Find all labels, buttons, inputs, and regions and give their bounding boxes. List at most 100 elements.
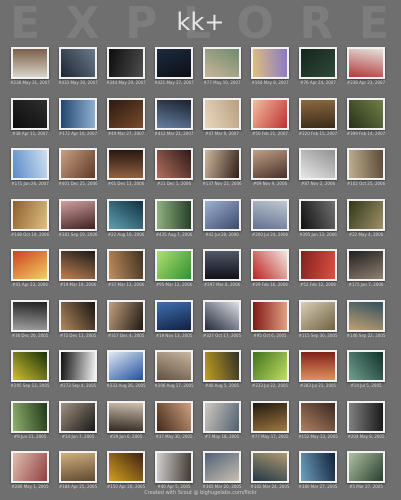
photo-tile[interactable]: #9 Jun 21, 2005 — [10, 400, 50, 439]
photo-tile[interactable]: #137 Nov 22, 2006 — [202, 148, 242, 186]
photo-thumbnail[interactable] — [251, 97, 289, 130]
photo-tile[interactable]: #395 Jun 13, 2006 — [298, 198, 338, 237]
photo-thumbnail[interactable] — [251, 350, 289, 382]
photo-tile[interactable]: #381 Sep 19, 2006 — [58, 198, 98, 237]
photo-tile[interactable]: #102 Oct 25, 2006 — [346, 148, 386, 186]
photo-tile[interactable]: #5 Mar 27, 2005 — [346, 451, 386, 489]
photo-tile[interactable]: #115 Sep 30, 2005 — [298, 299, 338, 338]
photo-thumbnail[interactable] — [155, 400, 193, 433]
photo-thumbnail[interactable] — [11, 148, 49, 180]
photo-thumbnail[interactable] — [347, 198, 385, 231]
photo-tile[interactable]: #233 Aug 26, 2005 — [106, 350, 146, 388]
photo-thumbnail[interactable] — [203, 350, 241, 382]
photo-tile[interactable]: #365 Mar 20, 2005 — [202, 451, 242, 489]
photo-thumbnail[interactable] — [347, 47, 385, 79]
photo-thumbnail[interactable] — [155, 97, 193, 130]
photo-thumbnail[interactable] — [11, 451, 49, 483]
photo-tile[interactable]: #72 Dec 11, 2005 — [58, 299, 98, 338]
photo-thumbnail[interactable] — [299, 97, 337, 130]
photo-thumbnail[interactable] — [347, 299, 385, 332]
photo-tile[interactable]: #146 Sep 22, 2005 — [346, 299, 386, 338]
photo-thumbnail[interactable] — [59, 47, 97, 79]
photo-tile[interactable]: #50 Feb 21, 2007 — [250, 97, 290, 136]
photo-tile[interactable]: #435 Aug 7, 2006 — [154, 198, 194, 237]
photo-tile[interactable]: #206 Aug 17, 2005 — [154, 350, 194, 388]
photo-tile[interactable]: #412 Mar 21, 2007 — [154, 97, 194, 136]
photo-thumbnail[interactable] — [347, 451, 385, 483]
photo-tile[interactable]: #14 Jul 5, 2005 — [346, 350, 386, 388]
photo-tile[interactable]: #421 May 27, 2007 — [154, 47, 194, 85]
photo-thumbnail[interactable] — [299, 451, 337, 483]
photo-thumbnail[interactable] — [203, 299, 241, 332]
photo-thumbnail[interactable] — [11, 47, 49, 79]
photo-thumbnail[interactable] — [107, 299, 145, 332]
photo-tile[interactable]: #175 Jan 7, 2006 — [346, 249, 386, 287]
photo-thumbnail[interactable] — [203, 47, 241, 79]
photo-thumbnail[interactable] — [203, 249, 241, 281]
photo-thumbnail[interactable] — [59, 198, 97, 231]
photo-thumbnail[interactable] — [155, 350, 193, 382]
photo-tile[interactable]: #150 Apr 20, 2005 — [106, 451, 146, 489]
photo-tile[interactable]: #401 Dec 25, 2006 — [58, 148, 98, 186]
photo-tile[interactable]: #327 Oct 17, 2005 — [202, 299, 242, 338]
photo-tile[interactable]: #273 Sep 4, 2005 — [58, 350, 98, 388]
photo-thumbnail[interactable] — [347, 350, 385, 382]
photo-thumbnail[interactable] — [203, 148, 241, 180]
photo-thumbnail[interactable] — [203, 97, 241, 130]
photo-tile[interactable]: #184 Apr 25, 2005 — [58, 451, 98, 489]
photo-thumbnail[interactable] — [251, 299, 289, 332]
photo-thumbnail[interactable] — [203, 451, 241, 483]
photo-thumbnail[interactable] — [299, 350, 337, 382]
photo-thumbnail[interactable] — [107, 97, 145, 130]
photo-thumbnail[interactable] — [107, 400, 145, 433]
photo-thumbnail[interactable] — [155, 148, 193, 180]
photo-thumbnail[interactable] — [11, 299, 49, 332]
photo-thumbnail[interactable] — [59, 299, 97, 332]
photo-thumbnail[interactable] — [203, 198, 241, 231]
photo-thumbnail[interactable] — [107, 350, 145, 382]
photo-tile[interactable]: #41 Apr 23, 2006 — [10, 249, 50, 287]
photo-tile[interactable]: #433 May 30, 2007 — [58, 47, 98, 85]
photo-thumbnail[interactable] — [11, 97, 49, 130]
photo-thumbnail[interactable] — [155, 451, 193, 483]
photo-tile[interactable]: #52 Feb 12, 2006 — [298, 249, 338, 287]
photo-tile[interactable]: #171 Jan 26, 2007 — [10, 148, 50, 186]
photo-tile[interactable]: #148 Oct 19, 2006 — [10, 198, 50, 237]
photo-tile[interactable]: #77 May 17, 2005 — [250, 400, 290, 439]
photo-thumbnail[interactable] — [347, 97, 385, 130]
photo-tile[interactable]: #42 Jul 28, 2006 — [202, 198, 242, 237]
photo-tile[interactable]: #286 May 1, 2005 — [10, 451, 50, 489]
photo-thumbnail[interactable] — [155, 299, 193, 332]
photo-tile[interactable]: #399 Feb 14, 2007 — [346, 97, 386, 136]
photo-thumbnail[interactable] — [59, 97, 97, 130]
photo-thumbnail[interactable] — [299, 299, 337, 332]
photo-thumbnail[interactable] — [251, 47, 289, 79]
photo-tile[interactable]: #238 Apr 23, 2007 — [346, 47, 386, 85]
photo-tile[interactable]: #40 Aug 5, 2005 — [202, 350, 242, 388]
photo-thumbnail[interactable] — [155, 249, 193, 281]
photo-thumbnail[interactable] — [59, 451, 97, 483]
photo-tile[interactable]: #220 Feb 15, 2007 — [298, 97, 338, 136]
photo-thumbnail[interactable] — [251, 148, 289, 180]
photo-thumbnail[interactable] — [107, 249, 145, 281]
photo-tile[interactable]: #95 Oct 6, 2005 — [250, 299, 290, 338]
photo-tile[interactable]: #22 Aug 16, 2006 — [106, 198, 146, 237]
photo-thumbnail[interactable] — [11, 198, 49, 231]
photo-thumbnail[interactable] — [251, 198, 289, 231]
photo-tile[interactable]: #172 Apr 10, 2007 — [58, 97, 98, 136]
photo-tile[interactable]: #76 Apr 24, 2007 — [298, 47, 338, 85]
photo-tile[interactable]: #77 May 10, 2007 — [202, 47, 242, 85]
photo-tile[interactable]: #49 Mar 27, 2007 — [106, 97, 146, 136]
photo-thumbnail[interactable] — [299, 249, 337, 281]
photo-thumbnail[interactable] — [347, 249, 385, 281]
photo-thumbnail[interactable] — [107, 451, 145, 483]
photo-tile[interactable]: #233 Jul 22, 2005 — [250, 350, 290, 388]
photo-thumbnail[interactable] — [107, 148, 145, 180]
photo-tile[interactable]: #295 Sep 13, 2005 — [10, 350, 50, 388]
photo-thumbnail[interactable] — [59, 249, 97, 281]
photo-thumbnail[interactable] — [251, 400, 289, 433]
photo-tile[interactable]: #87 Nov 2, 2006 — [298, 148, 338, 186]
photo-thumbnail[interactable] — [155, 198, 193, 231]
photo-tile[interactable]: #283 Jul 21, 2005 — [298, 350, 338, 388]
photo-tile[interactable]: #7 May 18, 2005 — [202, 400, 242, 439]
